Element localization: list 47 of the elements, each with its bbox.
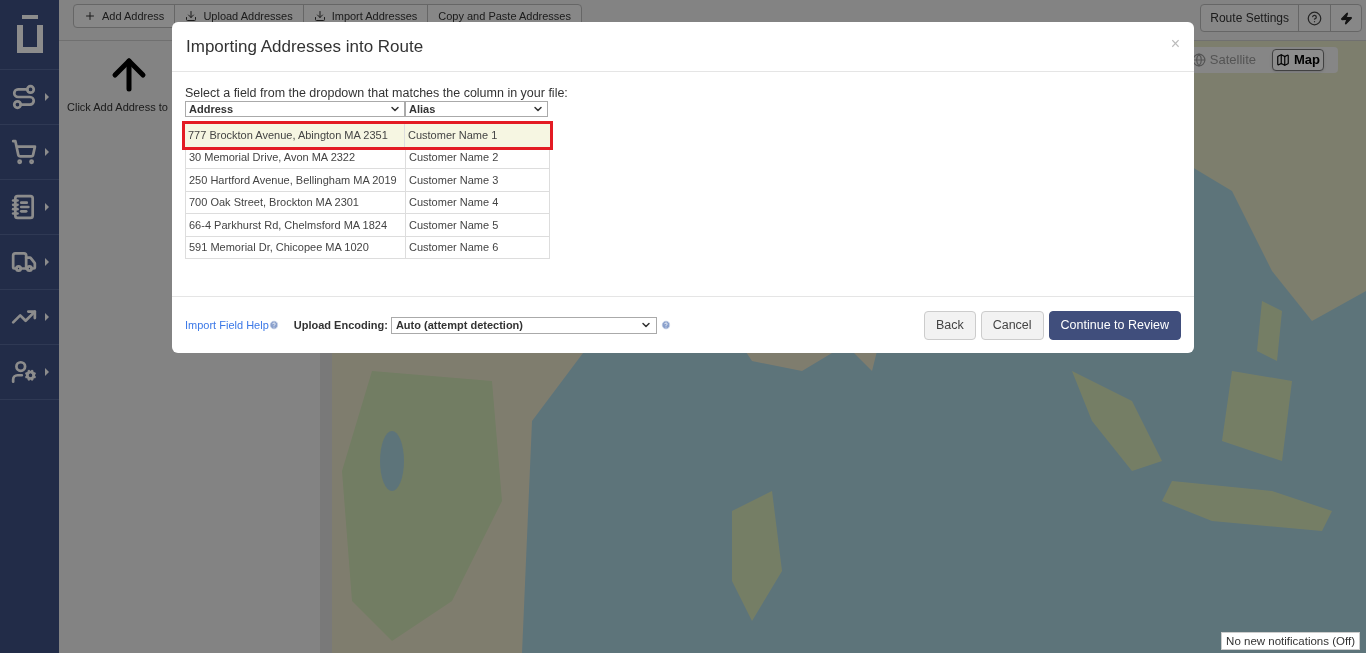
table-cell: 777 Brockton Avenue, Abington MA 2351 [185,124,405,147]
table-cell-text: Customer Name 3 [408,172,500,188]
info-icon [268,320,279,330]
table-cell: 30 Memorial Drive, Avon MA 2322 [186,146,406,168]
user-gear-icon [10,359,37,385]
globe-icon [1191,53,1206,67]
map-type-toggle[interactable]: Map [1272,49,1324,71]
help-icon [1307,10,1322,26]
caret-icon [44,258,49,266]
download-icon [185,10,198,22]
notebook-icon [10,194,37,220]
caret-icon [44,368,49,376]
table-cell-text: Customer Name 5 [408,217,500,233]
caret-icon [44,93,49,101]
table-cell-text: Customer Name 4 [408,195,500,210]
caret-icon [44,203,49,211]
toolbar-button[interactable]: Copy and Paste Addresses [428,5,581,27]
table-cell: 66-4 Parkhurst Rd, Chelmsford MA 1824 [186,214,406,236]
help-link[interactable]: Import Field Help [185,316,279,334]
column-select[interactable]: Address [185,101,405,117]
download-icon [313,10,326,22]
table-cell: 700 Oak Street, Brockton MA 2301 [186,191,406,213]
dialog-button[interactable]: Back [923,310,976,340]
info-icon [660,320,671,330]
instruction-text: Select a field from the dropdown that matches the column in your file: [185,86,569,101]
table-cell: 591 Memorial Dr, Chicopee MA 1020 [186,236,406,258]
caret-icon [44,148,49,156]
table-cell: 250 Hartford Avenue, Bellingham MA 2019 [186,169,406,191]
logo-icon [14,14,45,55]
encoding-label: Upload Encoding: [293,317,388,333]
caret-icon [44,313,49,321]
column-select[interactable]: Alias [405,101,548,117]
table-cell-text: Customer Name 1 [407,128,499,143]
cart-icon [10,139,37,165]
plus-icon [84,10,96,22]
dialog-button[interactable]: Cancel [980,310,1044,340]
notification-toast: No new notifications (Off) [1221,632,1360,650]
hint-text: Click Add Address to [67,100,168,115]
table-cell-text: Customer Name 6 [408,240,500,255]
route-icon [10,84,37,110]
encoding-select[interactable]: Auto (attempt detection) [390,316,657,334]
dialog-button[interactable]: Continue to Review [1048,310,1181,340]
table-cell-text: Customer Name 2 [408,150,500,165]
map-icon [1276,53,1290,67]
dialog-title: Importing Addresses into Route [186,35,424,58]
lightning-icon [1339,11,1353,25]
truck-icon [10,249,37,275]
